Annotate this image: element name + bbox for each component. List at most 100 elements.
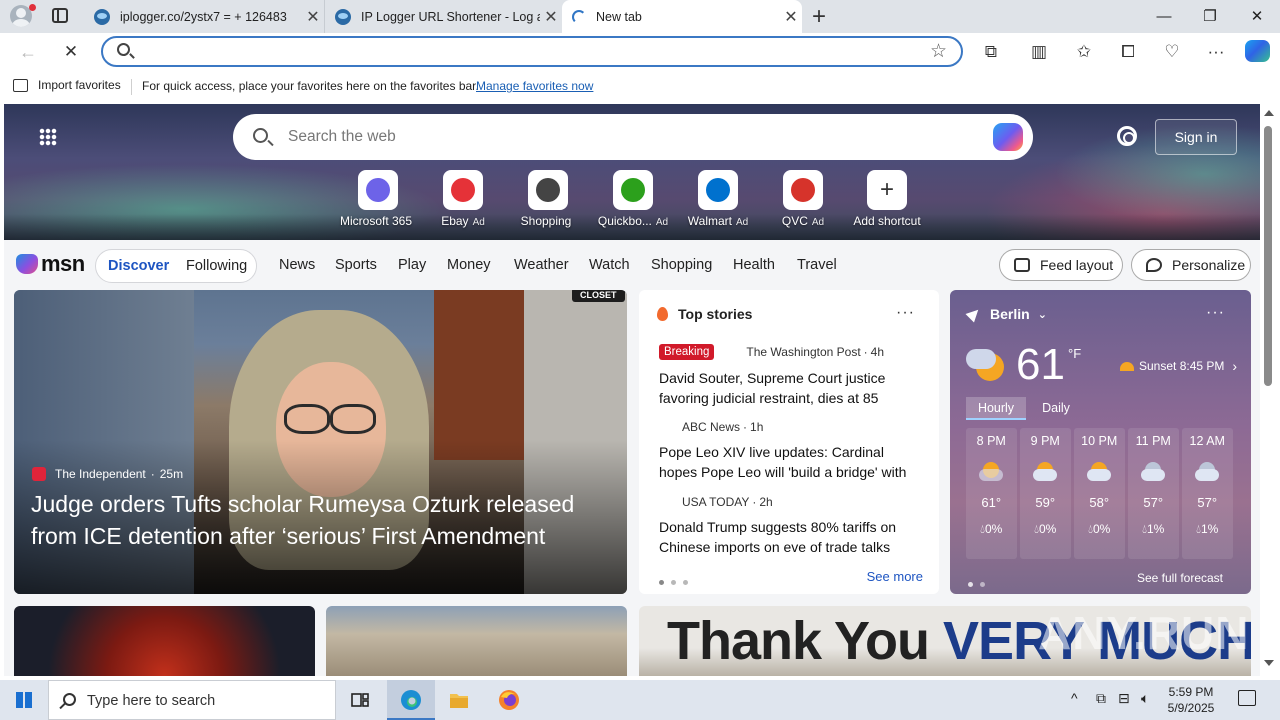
tab-hourly[interactable]: Hourly [966, 397, 1026, 420]
nav-health[interactable]: Health [733, 257, 775, 273]
hourly-forecast: 8 PM 61° 💧︎0% 9 PM 59° 💧︎0% 10 PM 58° 💧︎… [966, 428, 1236, 560]
sunset-info[interactable]: Sunset 8:45 PM › [1120, 358, 1237, 374]
scroll-up-arrow-icon[interactable] [1264, 110, 1274, 116]
restore-button[interactable]: ❐ [1187, 0, 1233, 33]
more-options-icon[interactable]: ··· [896, 304, 915, 322]
feed-layout-button[interactable]: Feed layout [999, 249, 1123, 281]
page-scrollbar[interactable] [1260, 104, 1280, 676]
stop-loading-button[interactable]: ✕ [57, 38, 85, 66]
shortcut-microsoft-365[interactable]: Microsoft 365 [333, 170, 423, 228]
taskbar-file-explorer[interactable] [435, 680, 483, 720]
nav-watch[interactable]: Watch [589, 257, 630, 273]
browser-essentials-icon[interactable]: ♡ [1159, 39, 1185, 65]
extensions-icon[interactable]: ⧉ [978, 39, 1004, 65]
new-tab-button[interactable]: + [808, 3, 830, 31]
favorite-star-icon[interactable]: ☆ [930, 40, 947, 63]
nav-weather[interactable]: Weather [514, 257, 569, 273]
close-tab-icon[interactable]: ✕ [780, 7, 802, 27]
address-input[interactable] [143, 41, 923, 63]
web-search-input[interactable] [288, 126, 968, 148]
tab-discover[interactable]: Discover [108, 258, 169, 274]
msn-butterfly-icon [16, 254, 38, 274]
close-tab-icon[interactable]: ✕ [302, 7, 324, 27]
copilot-icon[interactable] [1245, 40, 1270, 62]
add-shortcut-button[interactable]: + Add shortcut [842, 170, 932, 228]
see-full-forecast-link[interactable]: See full forecast [1137, 571, 1223, 585]
nav-sports[interactable]: Sports [335, 257, 377, 273]
copilot-search-icon[interactable] [993, 123, 1023, 151]
taskbar-search-input[interactable] [87, 691, 327, 711]
story-item[interactable]: Breaking The Washington Post · 4h David … [659, 344, 921, 408]
browser-tab-iplogger[interactable]: iplogger.co/2ystx7 = + 126483 ✕ [84, 0, 324, 33]
the-independent-logo-icon [32, 467, 46, 481]
story-headline[interactable]: David Souter, Supreme Court justice favo… [659, 368, 921, 408]
tab-actions-icon[interactable] [52, 8, 68, 23]
taskbar-search-box[interactable] [48, 680, 336, 720]
network-icon[interactable]: ⊟ [1118, 690, 1130, 707]
story-item[interactable]: ABC News · 1h Pope Leo XIV live updates:… [659, 420, 921, 482]
story-headline[interactable]: Donald Trump suggests 80% tariffs on Chi… [659, 517, 921, 557]
sign-in-button[interactable]: Sign in [1155, 119, 1237, 155]
back-button[interactable]: ← [14, 38, 42, 66]
temperature-unit[interactable]: °F [1068, 346, 1081, 361]
show-hidden-icons-chevron-icon[interactable]: ^ [1071, 690, 1078, 706]
location-arrow-icon [965, 305, 983, 323]
plus-icon: + [879, 176, 894, 203]
shortcut-walmart[interactable]: Walmart Ad [673, 170, 763, 228]
shortcut-shopping[interactable]: Shopping [503, 170, 593, 228]
minimize-button[interactable]: — [1141, 0, 1187, 33]
nav-shopping[interactable]: Shopping [651, 257, 712, 273]
news-card-image[interactable] [326, 606, 627, 676]
split-screen-icon[interactable]: ▥ [1026, 39, 1052, 65]
app-launcher-icon[interactable] [39, 128, 57, 146]
start-button[interactable] [0, 680, 48, 720]
story-item[interactable]: USA TODAY · 2h Donald Trump suggests 80%… [659, 495, 921, 557]
notifications-icon[interactable] [1238, 690, 1256, 706]
taskbar-firefox[interactable] [485, 680, 533, 720]
nav-money[interactable]: Money [447, 257, 491, 273]
see-more-link[interactable]: See more [867, 569, 923, 584]
personalize-button[interactable]: Personalize [1131, 249, 1251, 281]
task-view-button[interactable] [336, 680, 384, 720]
weather-location[interactable]: Berlin ⌄ [965, 305, 1047, 323]
shortcut-ebay[interactable]: Ebay Ad [418, 170, 508, 228]
scrollbar-thumb[interactable] [1264, 126, 1272, 386]
taskbar-edge[interactable] [387, 680, 435, 720]
taskbar-clock[interactable]: 5:59 PM 5/9/2025 [1160, 684, 1222, 716]
shortcut-quickbooks[interactable]: Quickbo... Ad [588, 170, 678, 228]
favorites-hint-text: For quick access, place your favorites h… [142, 79, 479, 93]
nav-travel[interactable]: Travel [797, 257, 837, 273]
network-device-icon[interactable]: ⧉ [1096, 690, 1106, 707]
more-options-icon[interactable]: ··· [1206, 304, 1225, 322]
main-story-headline[interactable]: Judge orders Tufts scholar Rumeysa Oztur… [31, 488, 615, 552]
msn-logo[interactable]: msn [16, 250, 85, 278]
clock-date: 5/9/2025 [1167, 701, 1215, 715]
main-story-card[interactable]: CLOSET The Independent · 25m Judge order… [14, 290, 627, 594]
close-tab-icon[interactable]: ✕ [540, 7, 562, 27]
manage-favorites-link[interactable]: Manage favorites now [476, 79, 593, 93]
tab-daily[interactable]: Daily [1026, 397, 1086, 420]
favorites-icon[interactable]: ✩ [1071, 39, 1097, 65]
news-card-image[interactable] [14, 606, 315, 676]
nav-play[interactable]: Play [398, 257, 426, 273]
hour-forecast-item: 9 PM 59° 💧︎0% [1020, 428, 1071, 559]
address-bar[interactable]: ☆ [101, 36, 963, 67]
volume-icon[interactable]: 🔈︎ [1141, 690, 1149, 707]
carousel-dots[interactable] [659, 574, 695, 588]
page-settings-gear-icon[interactable] [1117, 126, 1137, 146]
browser-tab-new-tab[interactable]: New tab ✕ [562, 0, 802, 33]
web-search-box[interactable] [233, 114, 1033, 160]
collections-icon[interactable]: ⧠ [1115, 39, 1141, 65]
story-headline[interactable]: Pope Leo XIV live updates: Cardinal hope… [659, 442, 921, 482]
shortcut-qvc[interactable]: QVC Ad [758, 170, 848, 228]
close-window-button[interactable]: ✕ [1234, 0, 1280, 33]
hour-forecast-item: 10 PM 58° 💧︎0% [1074, 428, 1125, 559]
nav-news[interactable]: News [279, 257, 315, 273]
scroll-down-arrow-icon[interactable] [1264, 660, 1274, 666]
carousel-dots[interactable] [968, 576, 992, 590]
windows-taskbar: ^ ⧉ ⊟ 🔈︎ 5:59 PM 5/9/2025 [0, 680, 1280, 720]
import-favorites-button[interactable]: Import favorites [13, 78, 121, 92]
browser-tab-iplogger-shortener[interactable]: IP Logger URL Shortener - Log and ✕ [324, 0, 562, 33]
settings-and-more-icon[interactable]: ··· [1203, 39, 1229, 65]
tab-following[interactable]: Following [186, 258, 247, 274]
